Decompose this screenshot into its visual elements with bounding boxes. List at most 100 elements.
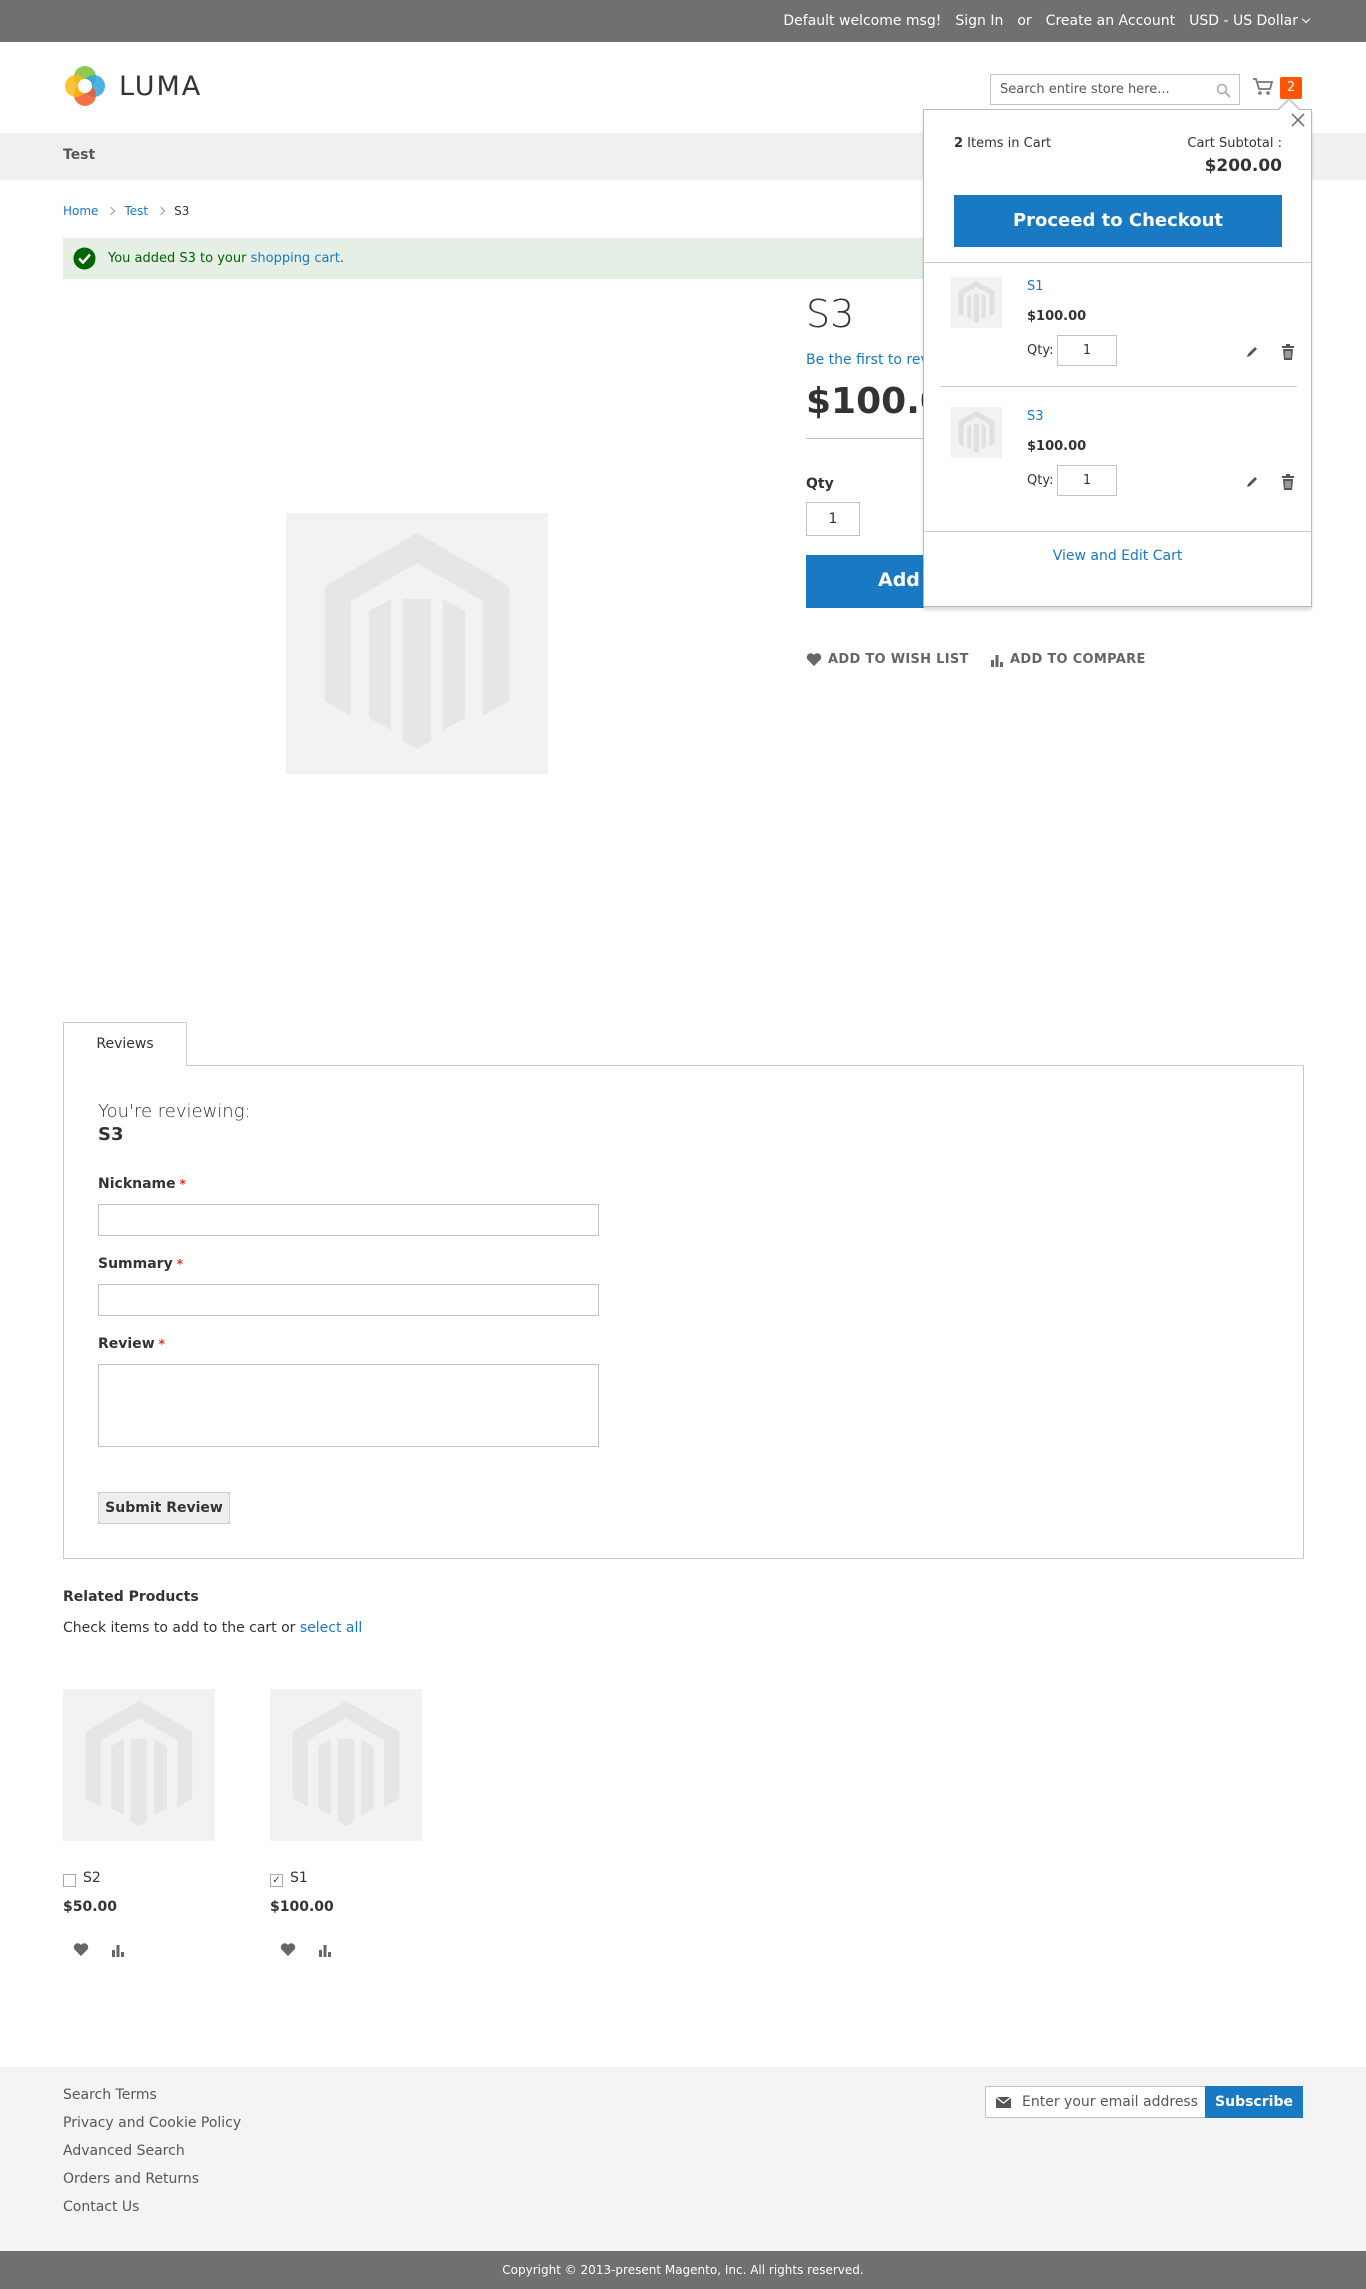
bar-chart-icon[interactable]: [111, 1943, 125, 1957]
check-circle-icon: [73, 247, 96, 270]
minicart-item-price: $100.00: [1027, 439, 1087, 454]
add-to-cart-button[interactable]: Add to Cart: [806, 555, 924, 608]
newsletter-placeholder: Enter your email address: [1022, 2094, 1199, 2110]
minicart-count-number: 2: [954, 136, 964, 151]
related-product-price: $50.00: [63, 1899, 118, 1915]
copyright: Copyright © 2013-present Magento, Inc. A…: [0, 2251, 1366, 2289]
divider: [940, 386, 1297, 387]
summary-label: Summary *: [98, 1256, 183, 1272]
breadcrumb-test[interactable]: Test: [124, 204, 148, 218]
create-account-link[interactable]: Create an Account: [1046, 13, 1175, 29]
minicart-item-name[interactable]: S1: [1027, 279, 1044, 294]
nickname-label: Nickname *: [98, 1176, 186, 1192]
or-text: or: [1017, 13, 1032, 29]
add-to-wishlist-link[interactable]: ADD TO WISH LIST: [806, 652, 969, 667]
proceed-to-checkout-button[interactable]: Proceed to Checkout: [954, 195, 1282, 247]
chevron-down-icon: [1301, 14, 1311, 24]
minicart-count-text: Items in Cart: [963, 136, 1052, 151]
tab-reviews[interactable]: Reviews: [63, 1022, 187, 1066]
summary-label-text: Summary: [98, 1256, 173, 1272]
footer-link-contact[interactable]: Contact Us: [63, 2199, 139, 2215]
minicart-subtotal-label: Cart Subtotal :: [1187, 136, 1282, 151]
shopping-cart-link[interactable]: shopping cart: [251, 251, 340, 266]
related-desc-text: Check items to add to the cart or: [63, 1620, 300, 1636]
trash-icon[interactable]: [1281, 474, 1295, 490]
envelope-icon: [996, 2097, 1011, 2108]
magento-placeholder-icon: [958, 410, 995, 454]
submit-review-button[interactable]: Submit Review: [98, 1492, 230, 1524]
success-message: You added S3 to your shopping cart.: [63, 238, 943, 279]
product-image[interactable]: [286, 513, 548, 774]
chevron-right-icon: [156, 206, 166, 216]
luma-logo[interactable]: LUMA: [63, 64, 202, 108]
review-label: Review *: [98, 1336, 165, 1352]
minicart-item-image[interactable]: [951, 277, 1002, 328]
pencil-icon[interactable]: [1245, 345, 1259, 359]
required-mark: *: [176, 1257, 183, 1271]
select-all-link[interactable]: select all: [300, 1620, 362, 1636]
magento-placeholder-icon: [958, 280, 995, 324]
footer-link-orders-returns[interactable]: Orders and Returns: [63, 2171, 199, 2187]
luma-logo-icon: [65, 66, 105, 106]
summary-field[interactable]: [98, 1284, 599, 1316]
minicart-arrow-inner: [1279, 100, 1299, 110]
related-product-image[interactable]: [270, 1689, 422, 1841]
minicart-subtotal: $200.00: [1204, 156, 1282, 176]
sign-in-link[interactable]: Sign In: [955, 13, 1003, 29]
minicart-item-image[interactable]: [951, 407, 1002, 458]
heart-icon[interactable]: [280, 1942, 296, 1957]
view-edit-cart-link[interactable]: View and Edit Cart: [923, 548, 1312, 564]
footer-link-search-terms[interactable]: Search Terms: [63, 2087, 157, 2103]
minicart-qty-input[interactable]: 1: [1057, 465, 1117, 496]
related-checkbox-s2[interactable]: [63, 1874, 76, 1887]
search-input[interactable]: Search entire store here...: [990, 74, 1240, 105]
related-product-name[interactable]: S2: [83, 1870, 101, 1886]
wishlist-label: ADD TO WISH LIST: [828, 652, 969, 667]
cart-count-badge[interactable]: 2: [1280, 77, 1302, 99]
bar-chart-icon: [991, 654, 1003, 667]
divider: [924, 531, 1311, 532]
divider: [924, 262, 1311, 263]
heart-icon[interactable]: [73, 1942, 89, 1957]
magento-placeholder-icon: [85, 1700, 193, 1827]
bar-chart-icon[interactable]: [318, 1943, 332, 1957]
related-products-desc: Check items to add to the cart or select…: [63, 1620, 362, 1636]
add-to-compare-link[interactable]: ADD TO COMPARE: [990, 652, 1146, 667]
subscribe-button[interactable]: Subscribe: [1205, 2086, 1303, 2118]
minicart-qty-label: Qty:: [1027, 343, 1054, 358]
search-icon[interactable]: [1216, 83, 1231, 98]
product-title: S3: [806, 292, 855, 336]
first-review-link[interactable]: Be the first to review this product: [806, 352, 924, 368]
related-checkbox-s1[interactable]: ✓: [270, 1874, 283, 1887]
message-text: You added S3 to your: [108, 251, 247, 266]
minicart-qty-input[interactable]: 1: [1057, 335, 1117, 366]
nickname-label-text: Nickname: [98, 1176, 176, 1192]
message-end: .: [339, 251, 345, 266]
logo-text: LUMA: [119, 70, 203, 102]
compare-label: ADD TO COMPARE: [1010, 652, 1146, 667]
review-textarea[interactable]: [98, 1364, 599, 1447]
footer-link-advanced-search[interactable]: Advanced Search: [63, 2143, 185, 2159]
cart-icon: [1253, 78, 1274, 95]
chevron-right-icon: [107, 206, 116, 216]
review-label-text: Review: [98, 1336, 155, 1352]
pencil-icon[interactable]: [1245, 475, 1259, 489]
product-price: $100.00: [806, 381, 924, 422]
heart-icon: [806, 653, 822, 666]
related-product-name[interactable]: S1: [290, 1870, 308, 1886]
nickname-field[interactable]: [98, 1204, 599, 1236]
breadcrumb-home[interactable]: Home: [63, 204, 98, 218]
reviewing-label: You're reviewing:: [98, 1101, 251, 1122]
magento-placeholder-icon: [325, 533, 509, 749]
minicart-item-name[interactable]: S3: [1027, 409, 1044, 424]
related-product-image[interactable]: [63, 1689, 215, 1841]
trash-icon[interactable]: [1281, 344, 1295, 360]
related-products-title: Related Products: [63, 1589, 199, 1605]
currency-switcher[interactable]: USD - US Dollar: [1189, 13, 1311, 29]
newsletter-email-input[interactable]: Enter your email address: [985, 2086, 1206, 2118]
nav-item-test[interactable]: Test: [63, 147, 95, 163]
qty-input[interactable]: 1: [806, 502, 860, 536]
footer-link-privacy[interactable]: Privacy and Cookie Policy: [63, 2115, 241, 2131]
close-icon[interactable]: [1290, 112, 1306, 128]
currency-label: USD - US Dollar: [1189, 13, 1298, 29]
